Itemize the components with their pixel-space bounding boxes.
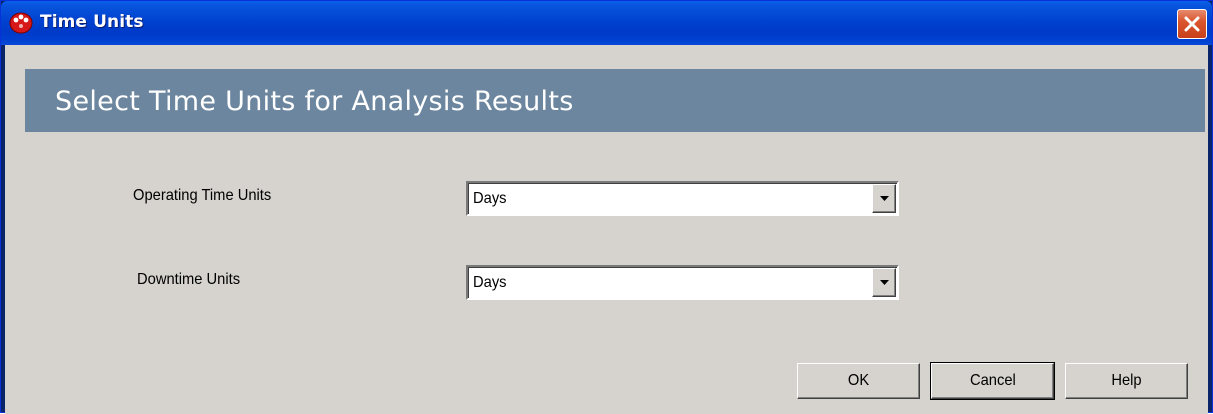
chevron-down-icon (880, 196, 889, 201)
close-button[interactable] (1177, 9, 1207, 39)
window-title: Time Units (40, 12, 144, 32)
downtime-units-label: Downtime Units (137, 271, 241, 288)
downtime-units-select[interactable]: Days (466, 265, 899, 300)
operating-time-units-select[interactable]: Days (466, 181, 899, 216)
dialog-window: Time Units Select Time Units for Analysi… (0, 0, 1213, 414)
close-icon (1184, 16, 1200, 32)
dialog-body: Select Time Units for Analysis Results O… (5, 45, 1208, 414)
cancel-button[interactable]: Cancel (930, 362, 1055, 400)
operating-time-units-value: Days (473, 190, 507, 207)
title-bar[interactable]: Time Units (1, 1, 1212, 45)
chevron-down-icon (880, 280, 889, 285)
help-button-label: Help (1111, 372, 1142, 389)
operating-time-units-dropdown-button[interactable] (872, 184, 896, 213)
help-button[interactable]: Help (1065, 363, 1188, 399)
operating-time-units-label: Operating Time Units (133, 187, 272, 204)
downtime-units-value: Days (473, 274, 507, 291)
page-title: Select Time Units for Analysis Results (55, 86, 574, 117)
ok-button[interactable]: OK (797, 363, 920, 399)
cancel-button-label: Cancel (969, 372, 1016, 389)
app-icon (9, 12, 33, 34)
ok-button-label: OK (847, 372, 870, 389)
header-banner: Select Time Units for Analysis Results (25, 69, 1205, 132)
downtime-units-dropdown-button[interactable] (872, 268, 896, 297)
